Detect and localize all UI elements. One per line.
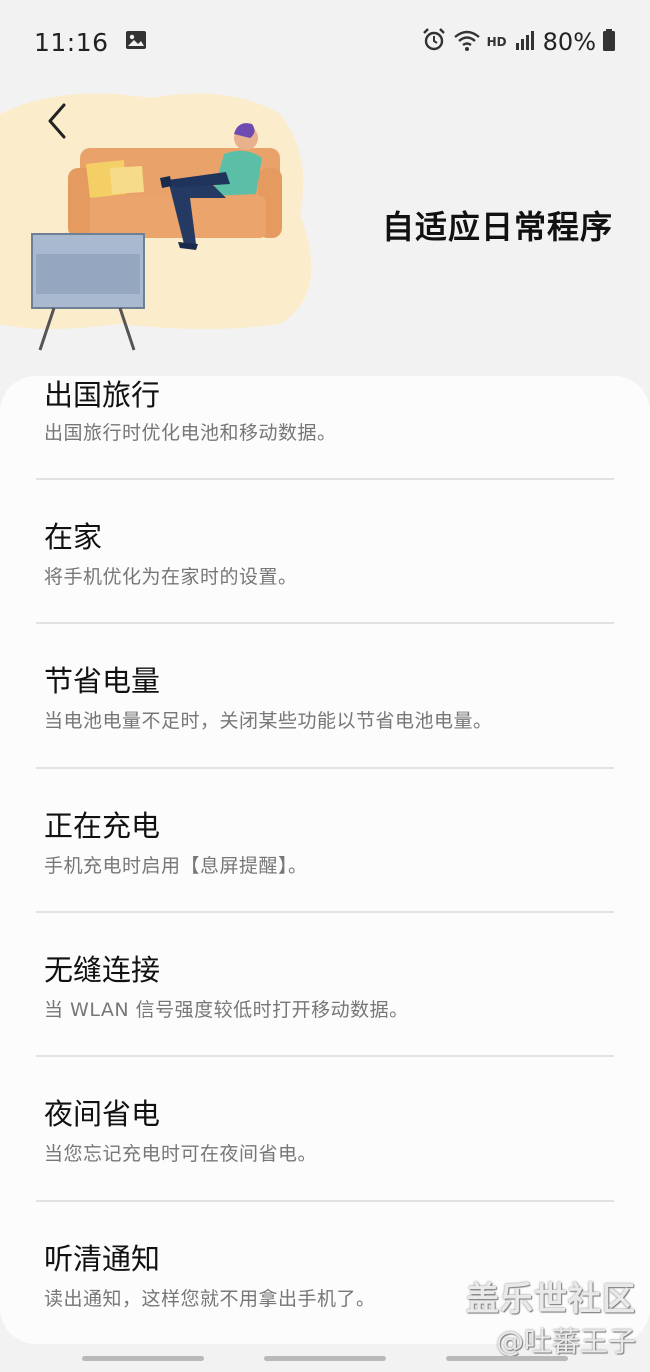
item-title: 夜间省电 bbox=[44, 1097, 161, 1131]
navigation-bar bbox=[0, 1348, 650, 1372]
item-description: 当 WLAN 信号强度较低时打开移动数据。 bbox=[44, 999, 409, 1021]
item-description: 当您忘记充电时可在夜间省电。 bbox=[44, 1143, 318, 1165]
item-title: 出国旅行 bbox=[44, 378, 161, 412]
item-description: 将手机优化为在家时的设置。 bbox=[44, 566, 298, 588]
item-title: 节省电量 bbox=[44, 664, 161, 698]
list-item-home[interactable]: 在家 将手机优化为在家时的设置。 bbox=[0, 480, 650, 624]
list-item-night-saving[interactable]: 夜间省电 当您忘记充电时可在夜间省电。 bbox=[0, 1057, 650, 1201]
nav-back-button[interactable] bbox=[446, 1356, 568, 1361]
page-title: 自适应日常程序 bbox=[382, 208, 614, 246]
list-item-seamless-connection[interactable]: 无缝连接 当 WLAN 信号强度较低时打开移动数据。 bbox=[0, 913, 650, 1057]
gallery-icon bbox=[125, 30, 147, 54]
watermark-community: 盖乐世社区 bbox=[466, 1279, 636, 1318]
battery-percentage: 80% bbox=[542, 28, 596, 56]
header: 自适应日常程序 bbox=[0, 84, 650, 384]
routine-list: 出国旅行 出国旅行时优化电池和移动数据。 在家 将手机优化为在家时的设置。 节省… bbox=[0, 376, 650, 1344]
status-time: 11:16 bbox=[34, 27, 109, 57]
item-title: 无缝连接 bbox=[44, 953, 161, 987]
status-bar: 11:16 HD 80% bbox=[0, 0, 650, 84]
back-button[interactable] bbox=[34, 100, 80, 146]
list-item-charging[interactable]: 正在充电 手机充电时启用【息屏提醒】。 bbox=[0, 769, 650, 913]
status-right: HD 80% bbox=[415, 27, 616, 57]
item-description: 当电池电量不足时，关闭某些功能以节省电池电量。 bbox=[44, 710, 493, 732]
item-description: 手机充电时启用【息屏提醒】。 bbox=[44, 855, 308, 877]
list-item-battery-saving[interactable]: 节省电量 当电池电量不足时，关闭某些功能以节省电池电量。 bbox=[0, 624, 650, 768]
item-title: 正在充电 bbox=[44, 809, 161, 843]
item-title: 听清通知 bbox=[44, 1242, 161, 1276]
alarm-icon bbox=[415, 27, 447, 57]
chevron-left-icon bbox=[44, 101, 70, 145]
status-left: 11:16 bbox=[34, 28, 147, 57]
battery-icon bbox=[596, 28, 616, 56]
item-description: 读出通知，这样您就不用拿出手机了。 bbox=[44, 1288, 376, 1310]
wifi-icon bbox=[447, 28, 481, 56]
network-label: HD bbox=[486, 35, 507, 49]
nav-recents-button[interactable] bbox=[82, 1356, 204, 1361]
item-title: 在家 bbox=[44, 520, 103, 554]
item-description: 出国旅行时优化电池和移动数据。 bbox=[44, 422, 337, 444]
signal-icon bbox=[507, 28, 537, 56]
nav-home-button[interactable] bbox=[264, 1356, 386, 1361]
